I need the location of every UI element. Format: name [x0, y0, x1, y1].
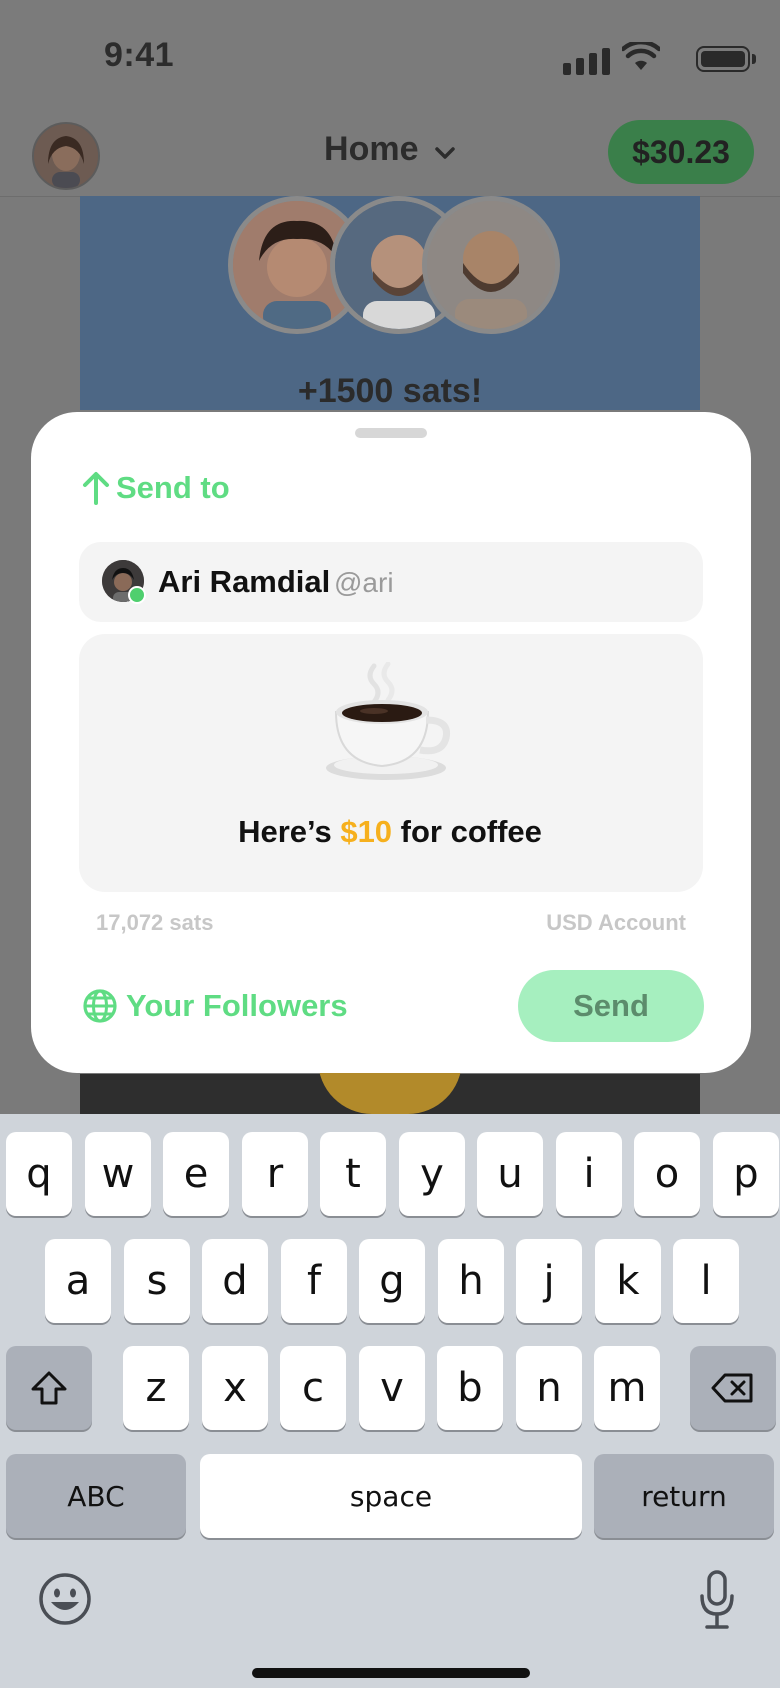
message-suffix: for coffee — [392, 814, 542, 849]
cellular-signal-icon — [563, 48, 610, 75]
delete-icon — [711, 1373, 753, 1403]
message-text: Here’s $10 for coffee — [0, 814, 780, 850]
key-k[interactable]: k — [595, 1239, 661, 1323]
home-indicator — [252, 1668, 530, 1678]
recipient-name: Ari Ramdial — [158, 564, 331, 599]
key-o[interactable]: o — [634, 1132, 700, 1216]
key-q[interactable]: q — [6, 1132, 72, 1216]
key-n[interactable]: n — [516, 1346, 582, 1430]
send-to-label: Send to — [116, 470, 230, 505]
key-j[interactable]: j — [516, 1239, 582, 1323]
friend-avatar-3 — [422, 196, 560, 334]
key-d[interactable]: d — [202, 1239, 268, 1323]
recipient-status-badge — [128, 586, 146, 604]
abc-key[interactable]: ABC — [6, 1454, 186, 1538]
key-w[interactable]: w — [85, 1132, 151, 1216]
key-z[interactable]: z — [123, 1346, 189, 1430]
message-prefix: Here’s — [238, 814, 341, 849]
key-x[interactable]: x — [202, 1346, 268, 1430]
recipient-handle: @ari — [334, 567, 394, 598]
emoji-icon[interactable] — [38, 1572, 92, 1626]
sats-value: 17,072 sats — [96, 910, 214, 935]
mic-icon[interactable] — [698, 1570, 736, 1630]
key-v[interactable]: v — [359, 1346, 425, 1430]
key-p[interactable]: p — [713, 1132, 779, 1216]
space-key[interactable]: space — [200, 1454, 582, 1538]
home-title: Home — [324, 130, 419, 168]
keyboard: qwertyuiop asdfghjkl zxcvbnm ABC space r… — [0, 1114, 780, 1688]
globe-icon — [83, 989, 117, 1023]
status-time: 9:41 — [104, 36, 175, 74]
return-key[interactable]: return — [594, 1454, 774, 1538]
key-s[interactable]: s — [124, 1239, 190, 1323]
key-m[interactable]: m — [594, 1346, 660, 1430]
key-t[interactable]: t — [320, 1132, 386, 1216]
chevron-down-icon — [435, 147, 455, 159]
promo-headline: +1500 sats! — [297, 372, 483, 410]
key-l[interactable]: l — [673, 1239, 739, 1323]
key-y[interactable]: y — [399, 1132, 465, 1216]
key-b[interactable]: b — [437, 1346, 503, 1430]
key-u[interactable]: u — [477, 1132, 543, 1216]
audience-selector[interactable]: Your Followers — [82, 988, 348, 1024]
coffee-cup-icon — [326, 662, 451, 780]
arrow-up-icon — [83, 472, 109, 505]
send-button[interactable]: Send — [518, 970, 704, 1042]
wifi-icon — [622, 42, 660, 70]
message-amount: $10 — [340, 814, 393, 849]
shift-key[interactable] — [6, 1346, 92, 1430]
key-c[interactable]: c — [280, 1346, 346, 1430]
key-i[interactable]: i — [556, 1132, 622, 1216]
account-selector[interactable]: USD Account — [546, 910, 686, 936]
key-h[interactable]: h — [438, 1239, 504, 1323]
battery-icon — [696, 46, 750, 72]
delete-key[interactable] — [690, 1346, 776, 1430]
battery-tip — [752, 54, 756, 64]
key-f[interactable]: f — [281, 1239, 347, 1323]
balance-button[interactable]: $30.23 — [608, 120, 754, 184]
sheet-grabber[interactable] — [355, 428, 427, 438]
audience-label: Your Followers — [126, 988, 348, 1023]
key-e[interactable]: e — [163, 1132, 229, 1216]
key-g[interactable]: g — [359, 1239, 425, 1323]
send-to-header: Send to — [82, 470, 230, 506]
shift-icon — [31, 1371, 67, 1405]
key-r[interactable]: r — [242, 1132, 308, 1216]
key-a[interactable]: a — [45, 1239, 111, 1323]
